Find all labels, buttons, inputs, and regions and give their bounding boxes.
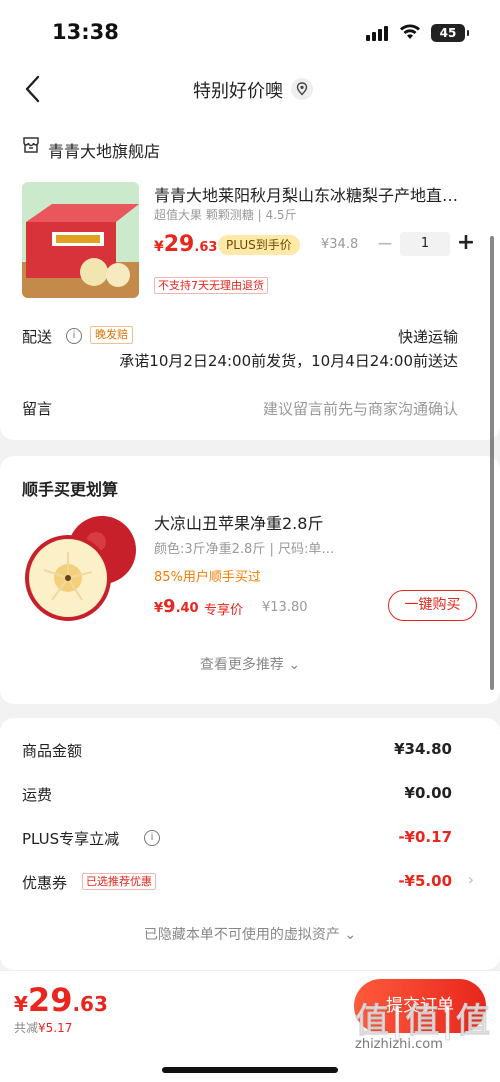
recommend-title[interactable]: 大凉山丑苹果净重2.8斤 bbox=[154, 510, 323, 534]
delivery-label: 配送 bbox=[22, 328, 53, 346]
shipping-method[interactable]: 快递运输 bbox=[398, 326, 458, 347]
summary-value: ¥0.00 bbox=[404, 784, 452, 802]
watermark: 值|值|值 bbox=[355, 1001, 492, 1042]
product-spec[interactable]: 超值大果 颗颗测糖 | 4.5斤 bbox=[154, 206, 297, 223]
one-click-buy-button[interactable]: 一键购买 bbox=[388, 590, 477, 621]
summary-label: 商品金额 bbox=[22, 742, 83, 760]
watermark-url: zhizhizhi.com bbox=[355, 1037, 443, 1052]
quantity-increase-button[interactable]: + bbox=[456, 231, 476, 257]
order-item-card: 青青大地旗舰店 青青大地莱阳秋月梨山东冰糖梨子产地直… 超值大果 颗颗测糖 | … bbox=[0, 114, 500, 440]
total-price: ¥29.63 bbox=[14, 981, 108, 1019]
location-icon[interactable] bbox=[291, 78, 313, 100]
exclusive-price-label: 专享价 bbox=[204, 603, 244, 618]
chevron-right-icon[interactable]: › bbox=[468, 870, 474, 889]
recommend-card: 顺手买更划算 大凉山丑苹果净重2.8斤 颜色:3斤净重2.8斤 | 尺码:单… … bbox=[0, 456, 500, 704]
quantity-decrease-button[interactable]: − bbox=[376, 232, 394, 256]
summary-value: ¥34.80 bbox=[394, 740, 452, 758]
home-indicator bbox=[162, 1067, 338, 1073]
plus-price-badge: PLUS到手价 bbox=[218, 235, 300, 255]
recommend-social-proof: 85%用户顺手买过 bbox=[154, 570, 261, 585]
late-compensation-tag: 晚发赔 bbox=[90, 326, 133, 344]
product-image[interactable] bbox=[22, 182, 139, 298]
coupon-recommended-tag: 已选推荐优惠 bbox=[82, 873, 156, 890]
recommend-section-title: 顺手买更划算 bbox=[22, 480, 119, 499]
recommend-spec[interactable]: 颜色:3斤净重2.8斤 | 尺码:单… bbox=[154, 538, 334, 557]
summary-label: 优惠券 bbox=[22, 874, 68, 892]
remark-input[interactable]: 建议留言前先与商家沟通确认 bbox=[263, 398, 458, 419]
product-price: ¥29.63 bbox=[154, 232, 218, 257]
status-bar: 13:38 45 bbox=[0, 0, 500, 62]
scrollbar[interactable] bbox=[490, 236, 494, 690]
coupon-value[interactable]: -¥5.00 bbox=[398, 872, 452, 890]
checkout-bar: ¥29.63 共减¥5.17 提交订单 值|值|值 zhizhizhi.com bbox=[0, 970, 500, 1082]
store-name[interactable]: 青青大地旗舰店 bbox=[48, 138, 160, 162]
info-icon[interactable]: i bbox=[144, 830, 160, 846]
hidden-assets-toggle[interactable]: 已隐藏本单不可使用的虚拟资产 ⌄ bbox=[0, 924, 500, 944]
signal-icon bbox=[366, 25, 388, 41]
remark-label: 留言 bbox=[22, 400, 53, 418]
summary-label: 运费 bbox=[22, 786, 53, 804]
product-title[interactable]: 青青大地莱阳秋月梨山东冰糖梨子产地直… bbox=[154, 182, 480, 206]
summary-value: -¥0.17 bbox=[398, 828, 452, 846]
price-row: ¥29.63 PLUS到手价 ¥34.8 − 1 + bbox=[154, 231, 484, 262]
nav-bar: 特别好价噢 bbox=[0, 62, 500, 116]
recommend-price: ¥9.40 bbox=[154, 596, 199, 617]
wifi-icon bbox=[400, 24, 420, 39]
info-icon[interactable]: i bbox=[66, 328, 82, 344]
original-price: ¥34.8 bbox=[321, 237, 359, 252]
battery-icon: 45 bbox=[431, 24, 469, 42]
total-saved: 共减¥5.17 bbox=[14, 1021, 73, 1035]
quantity-input[interactable]: 1 bbox=[400, 232, 450, 256]
summary-label: PLUS专享立减 bbox=[22, 830, 120, 848]
recommend-product-image[interactable] bbox=[22, 512, 139, 624]
store-icon bbox=[23, 137, 39, 153]
shipping-promise: 承诺10月2日24:00前发货，10月4日24:00前送达 bbox=[119, 352, 458, 370]
recommend-original-price: ¥13.80 bbox=[262, 600, 308, 615]
page-title: 特别好价噢 bbox=[193, 81, 283, 102]
status-time: 13:38 bbox=[52, 20, 119, 44]
return-policy-tag: 不支持7天无理由退货 bbox=[154, 277, 268, 294]
see-more-recommendations[interactable]: 查看更多推荐 ⌄ bbox=[0, 654, 500, 674]
price-summary-card: 商品金额 ¥34.80 运费 ¥0.00 PLUS专享立减 i -¥0.17 优… bbox=[0, 718, 500, 970]
